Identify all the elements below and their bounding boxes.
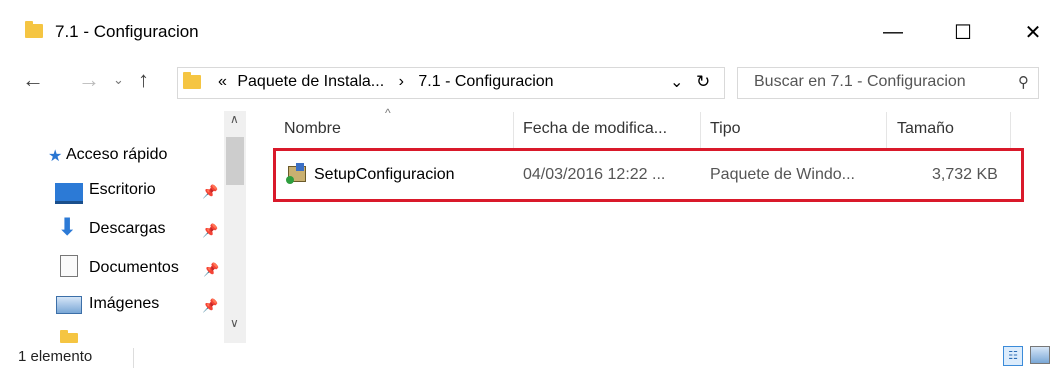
address-folder-icon xyxy=(183,72,201,89)
nav-item-imagenes[interactable]: Imágenes xyxy=(89,295,159,313)
search-icon[interactable]: ⚲ xyxy=(1018,73,1029,91)
documents-icon xyxy=(60,255,78,277)
sort-ascending-icon: ^ xyxy=(385,106,391,120)
scroll-down-icon[interactable]: ∨ xyxy=(230,316,239,330)
breadcrumb: « Paquete de Instala... › 7.1 - Configur… xyxy=(218,73,554,91)
nav-item-escritorio[interactable]: Escritorio xyxy=(89,181,156,199)
breadcrumb-item-paquete[interactable]: Paquete de Instala... xyxy=(237,73,384,90)
desktop-icon xyxy=(55,183,83,204)
up-arrow-icon[interactable]: ↑ xyxy=(138,67,149,93)
breadcrumb-separator[interactable]: › xyxy=(399,73,404,90)
close-button[interactable]: ✕ xyxy=(1013,12,1053,52)
nav-item-descargas[interactable]: Descargas xyxy=(89,220,165,238)
back-arrow-icon[interactable]: ← xyxy=(22,67,44,93)
breadcrumb-item-current[interactable]: 7.1 - Configuracion xyxy=(418,73,553,90)
pin-icon: 📌 xyxy=(202,184,219,199)
star-icon: ★ xyxy=(48,148,63,165)
nav-quick-access[interactable]: Acceso rápido xyxy=(66,146,167,164)
folder-icon xyxy=(60,330,78,343)
column-header-type[interactable]: Tipo xyxy=(710,120,741,138)
column-header-date[interactable]: Fecha de modifica... xyxy=(523,120,667,138)
file-row-highlight[interactable] xyxy=(273,148,1024,202)
column-header-name[interactable]: Nombre xyxy=(284,120,341,138)
window-title: 7.1 - Configuracion xyxy=(55,22,199,41)
details-view-icon[interactable]: ☷ xyxy=(1003,346,1023,366)
scrollbar-thumb[interactable] xyxy=(226,137,244,185)
recent-dropdown-icon[interactable]: ⌄ xyxy=(113,72,124,88)
maximize-button[interactable]: ☐ xyxy=(943,12,983,52)
folder-icon xyxy=(25,21,43,38)
search-placeholder: Buscar en 7.1 - Configuracion xyxy=(754,73,966,90)
column-separator[interactable] xyxy=(1010,112,1011,150)
column-separator[interactable] xyxy=(513,112,514,150)
pin-icon: 📌 xyxy=(203,262,220,277)
column-separator[interactable] xyxy=(886,112,887,150)
forward-arrow-icon[interactable]: → xyxy=(78,67,100,93)
nav-item-documentos[interactable]: Documentos xyxy=(89,259,179,277)
pin-icon: 📌 xyxy=(202,223,219,238)
status-item-count: 1 elemento xyxy=(18,348,93,365)
status-divider xyxy=(133,348,134,368)
address-dropdown-icon[interactable]: ⌄ xyxy=(670,72,683,92)
download-icon: ⬇ xyxy=(57,214,78,241)
breadcrumb-overflow[interactable]: « xyxy=(218,73,227,90)
minimize-button[interactable]: — xyxy=(873,12,913,52)
pin-icon: 📌 xyxy=(202,298,219,313)
column-header-size[interactable]: Tamaño xyxy=(897,120,954,138)
refresh-icon[interactable]: ↻ xyxy=(696,72,710,92)
pictures-icon xyxy=(56,296,82,314)
scroll-up-icon[interactable]: ∧ xyxy=(230,112,239,126)
large-icons-view-icon[interactable] xyxy=(1030,346,1050,364)
column-separator[interactable] xyxy=(700,112,701,150)
